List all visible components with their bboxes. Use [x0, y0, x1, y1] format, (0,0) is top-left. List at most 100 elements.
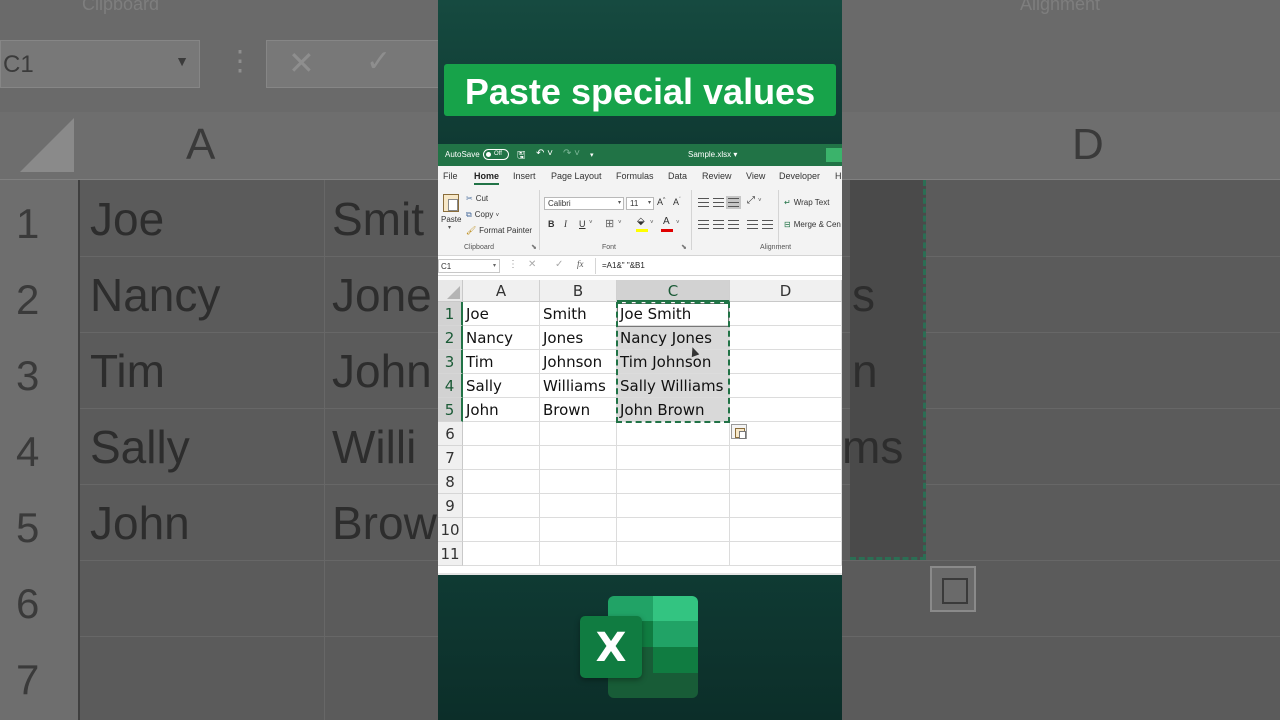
- borders-icon[interactable]: ⊞: [605, 217, 614, 230]
- file-name[interactable]: Sample.xlsx ▾: [688, 150, 737, 159]
- tab-page-layout[interactable]: Page Layout: [551, 171, 602, 181]
- format-painter-button[interactable]: 🖌 Format Painter: [466, 226, 532, 235]
- select-all-button[interactable]: [438, 280, 463, 302]
- shrink-font-button[interactable]: Aˇ: [673, 197, 681, 207]
- tab-file[interactable]: File: [443, 171, 458, 181]
- cell-c2[interactable]: Nancy Jones: [617, 326, 730, 350]
- tab-formulas[interactable]: Formulas: [616, 171, 654, 181]
- cell-b5[interactable]: Brown: [540, 398, 617, 422]
- grow-font-button[interactable]: A^: [657, 197, 665, 207]
- empty-cell[interactable]: [730, 542, 842, 566]
- cell-a1[interactable]: Joe: [463, 302, 540, 326]
- tab-data[interactable]: Data: [668, 171, 687, 181]
- chevron-down-icon[interactable]: ˅: [589, 220, 593, 226]
- redo-icon[interactable]: ↷ ˅: [563, 148, 580, 159]
- column-header-a[interactable]: A: [463, 280, 540, 302]
- increase-indent-icon[interactable]: [762, 220, 773, 229]
- empty-cell[interactable]: [463, 494, 540, 518]
- insert-function-button[interactable]: fx: [577, 259, 584, 269]
- align-right-icon[interactable]: [728, 220, 739, 229]
- empty-cell[interactable]: [540, 518, 617, 542]
- cell-c1[interactable]: Joe Smith: [617, 302, 730, 326]
- cell-a2[interactable]: Nancy: [463, 326, 540, 350]
- cell-b2[interactable]: Jones: [540, 326, 617, 350]
- empty-cell[interactable]: [463, 422, 540, 446]
- cell-a4[interactable]: Sally: [463, 374, 540, 398]
- empty-cell[interactable]: [730, 494, 842, 518]
- empty-cell[interactable]: [463, 518, 540, 542]
- paste-options-icon[interactable]: [731, 424, 747, 439]
- paste-icon[interactable]: [443, 194, 459, 212]
- chevron-down-icon[interactable]: ˅: [650, 220, 654, 226]
- empty-cell[interactable]: [730, 470, 842, 494]
- empty-cell[interactable]: [730, 446, 842, 470]
- row-header-3[interactable]: 3: [438, 350, 463, 374]
- cell-d4[interactable]: [730, 374, 842, 398]
- cut-button[interactable]: ✂ Cut: [466, 194, 488, 203]
- cell-b1[interactable]: Smith: [540, 302, 617, 326]
- cancel-icon[interactable]: ✕: [528, 259, 536, 270]
- title-bar-button[interactable]: [826, 148, 842, 162]
- font-color-icon[interactable]: A: [663, 216, 670, 227]
- empty-cell[interactable]: [540, 422, 617, 446]
- row-header-6[interactable]: 6: [438, 422, 463, 446]
- empty-cell[interactable]: [730, 518, 842, 542]
- row-header-7[interactable]: 7: [438, 446, 463, 470]
- dialog-launcher-icon[interactable]: ⬊: [531, 243, 537, 251]
- save-icon[interactable]: 🖫: [517, 148, 526, 165]
- column-header-d[interactable]: D: [730, 280, 842, 302]
- undo-icon[interactable]: ↶ ˅: [536, 148, 553, 159]
- align-middle-icon[interactable]: [713, 198, 724, 207]
- empty-cell[interactable]: [617, 518, 730, 542]
- row-header-2[interactable]: 2: [438, 326, 463, 350]
- row-header-9[interactable]: 9: [438, 494, 463, 518]
- cell-d3[interactable]: [730, 350, 842, 374]
- copy-button[interactable]: ⧉ Copy ˅: [466, 210, 499, 220]
- cell-c5[interactable]: John Brown: [617, 398, 730, 422]
- align-left-icon[interactable]: [698, 220, 709, 229]
- dialog-launcher-icon[interactable]: ⬊: [681, 243, 687, 251]
- customize-toolbar-icon[interactable]: ▾: [590, 151, 594, 159]
- row-header-1[interactable]: 1: [438, 302, 463, 326]
- chevron-down-icon[interactable]: ˅: [676, 220, 680, 226]
- fill-color-icon[interactable]: ⬙: [637, 216, 645, 227]
- decrease-indent-icon[interactable]: [747, 220, 758, 229]
- row-header-5[interactable]: 5: [438, 398, 463, 422]
- row-header-4[interactable]: 4: [438, 374, 463, 398]
- empty-cell[interactable]: [463, 542, 540, 566]
- empty-cell[interactable]: [463, 470, 540, 494]
- bold-button[interactable]: B: [548, 219, 555, 229]
- cell-c4[interactable]: Sally Williams: [617, 374, 730, 398]
- empty-cell[interactable]: [463, 446, 540, 470]
- empty-cell[interactable]: [540, 470, 617, 494]
- font-name-select[interactable]: Calibri ▾: [544, 197, 624, 210]
- cell-a3[interactable]: Tim: [463, 350, 540, 374]
- tab-view[interactable]: View: [746, 171, 765, 181]
- chevron-down-icon[interactable]: ˅: [758, 198, 762, 204]
- italic-button[interactable]: I: [564, 219, 567, 229]
- check-icon[interactable]: ✓: [555, 259, 563, 270]
- paste-button[interactable]: Paste: [441, 215, 461, 224]
- underline-button[interactable]: U: [579, 219, 586, 229]
- orientation-icon[interactable]: ⤢: [747, 195, 755, 206]
- chevron-down-icon[interactable]: ˅: [618, 220, 622, 226]
- empty-cell[interactable]: [617, 542, 730, 566]
- cell-a5[interactable]: John: [463, 398, 540, 422]
- align-center-icon[interactable]: [713, 220, 724, 229]
- font-size-select[interactable]: 11 ▾: [626, 197, 654, 210]
- cell-d2[interactable]: [730, 326, 842, 350]
- tab-developer[interactable]: Developer: [779, 171, 820, 181]
- tab-insert[interactable]: Insert: [513, 171, 536, 181]
- empty-cell[interactable]: [617, 446, 730, 470]
- autosave-toggle[interactable]: Off: [483, 149, 509, 160]
- cell-b4[interactable]: Williams: [540, 374, 617, 398]
- align-bottom-icon[interactable]: [726, 196, 741, 209]
- empty-cell[interactable]: [540, 446, 617, 470]
- empty-cell[interactable]: [617, 494, 730, 518]
- empty-cell[interactable]: [540, 542, 617, 566]
- align-top-icon[interactable]: [698, 198, 709, 207]
- tab-help[interactable]: H: [835, 171, 842, 181]
- merge-center-button[interactable]: ⊟ Merge & Cen: [784, 220, 841, 229]
- row-header-8[interactable]: 8: [438, 470, 463, 494]
- cell-c3[interactable]: Tim Johnson: [617, 350, 730, 374]
